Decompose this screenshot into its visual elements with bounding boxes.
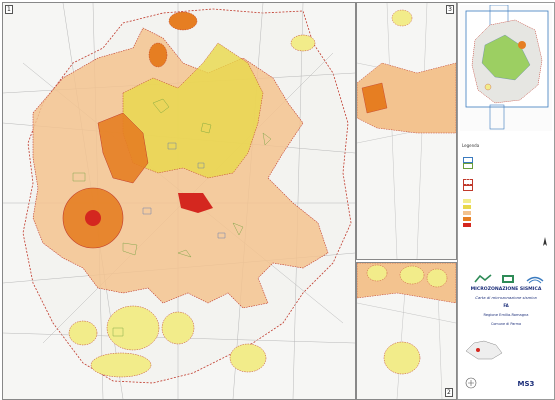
frame-number-3: 3 — [446, 5, 454, 14]
legend-swatch-orange — [463, 217, 471, 221]
region-name: Regione Emilia-Romagna — [483, 313, 529, 317]
legend-row-red-solid — [463, 185, 551, 191]
inset2-yellow-1 — [366, 264, 388, 282]
inset-map-2[interactable]: 2 — [356, 262, 457, 400]
main-map-svg — [3, 3, 355, 399]
protezione-civile-logo-icon — [500, 269, 516, 283]
legend-swatch-light-yellow — [463, 199, 471, 203]
overview-map[interactable] — [460, 4, 552, 131]
region-location-map — [464, 333, 504, 363]
legend-row-light-yellow — [463, 199, 551, 204]
legend-row-red-dashed — [463, 179, 551, 185]
legend-title: Legenda — [462, 143, 480, 148]
inset3-yellow-zone — [391, 9, 413, 27]
ministry-emblem-icon — [464, 375, 478, 389]
zone-orange-small — [148, 42, 168, 68]
legend-row-orange — [463, 217, 551, 222]
zone-yellow-south-5 — [229, 343, 267, 373]
zone-orange-top — [168, 11, 198, 31]
map-code: FA — [503, 303, 509, 308]
map-title: MICROZONAZIONE SISMICA — [470, 287, 542, 292]
frame-number-2: 2 — [445, 388, 453, 397]
zone-red-center — [85, 210, 101, 226]
inset-map-2-svg — [357, 263, 456, 399]
north-arrow-icon — [543, 237, 547, 246]
legend-swatch-peach — [463, 211, 471, 215]
zone-yellow-south-3 — [161, 311, 195, 345]
map-sheet: 1 3 2 Legenda MICROZONAZIONE SISMICA Car… — [0, 0, 555, 400]
inset-map-3[interactable]: 3 — [356, 2, 457, 260]
agency-logo-icon — [526, 269, 544, 284]
legend-row-landuse — [463, 163, 551, 169]
main-map-panel[interactable]: 1 — [2, 2, 356, 400]
legend-row-yellow — [463, 205, 551, 210]
zone-yellow-south-1 — [68, 320, 98, 346]
title-block: MICROZONAZIONE SISMICA Carta di microzon… — [460, 255, 552, 397]
frame-number-main: 1 — [5, 5, 13, 14]
zone-yellow-south-4 — [90, 352, 152, 378]
municipality-name: Comune di Parma — [490, 322, 522, 326]
legend-row-peach — [463, 211, 551, 216]
legend-swatch-landuse — [463, 163, 473, 169]
map-subtitle: Carta di microzonazione sismica — [475, 295, 537, 300]
legend-row-red — [463, 223, 551, 228]
zone-yellow-top — [290, 34, 316, 52]
inset2-yellow-4 — [383, 341, 421, 375]
sheet-code: MS3 — [517, 380, 535, 388]
inset2-yellow-2 — [399, 265, 425, 285]
inset2-yellow-3 — [426, 268, 448, 288]
legend-swatch-red-solid — [463, 185, 473, 191]
overview-map-svg — [465, 4, 549, 130]
legend-row-boundary — [463, 157, 551, 163]
legend-swatch-red — [463, 223, 471, 227]
side-panel: Legenda MICROZONAZIONE SISMICA Carta di … — [457, 2, 555, 400]
legend-panel: Legenda — [460, 133, 552, 253]
regione-logo-icon — [474, 269, 492, 283]
inset-map-3-svg — [357, 3, 456, 259]
legend-swatch-yellow — [463, 205, 471, 209]
